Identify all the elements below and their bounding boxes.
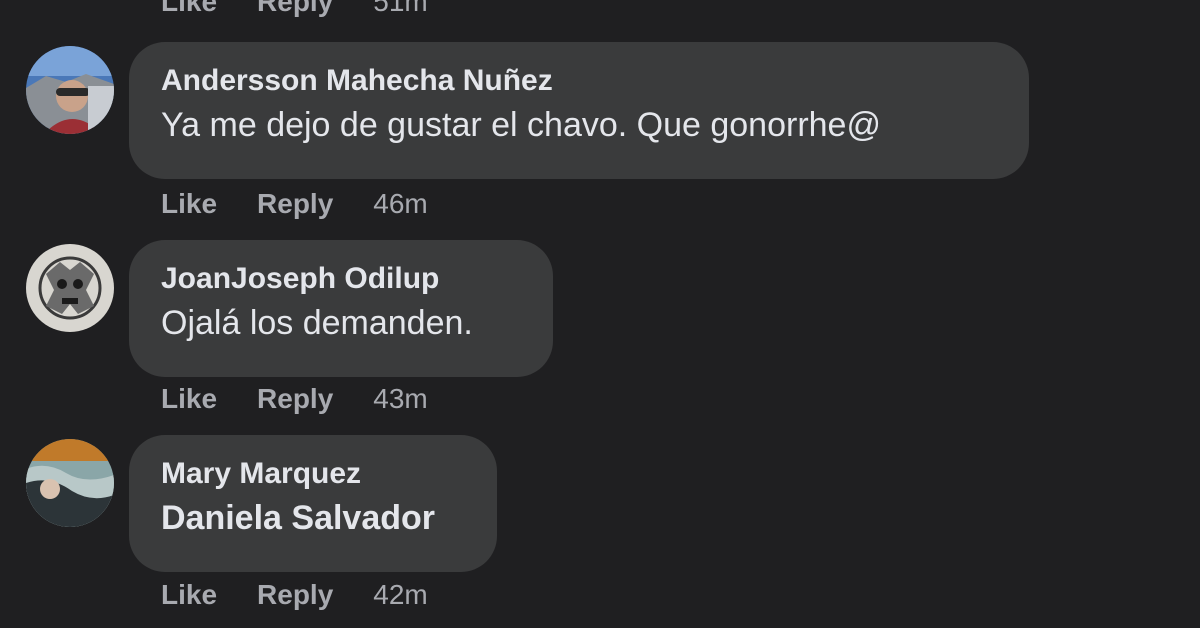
comment-timestamp[interactable]: 43m <box>373 383 427 415</box>
reply-button[interactable]: Reply <box>257 579 333 611</box>
like-button[interactable]: Like <box>161 0 217 18</box>
comment-author[interactable]: Andersson Mahecha Nuñez <box>161 62 997 100</box>
comments-panel: Like Reply 51m Andersson Mahecha Nuñez Y… <box>0 0 1200 628</box>
comment-bubble: Mary Marquez Daniela Salvador <box>129 435 497 572</box>
avatar-photo-icon <box>26 244 114 332</box>
like-button[interactable]: Like <box>161 579 217 611</box>
comment-actions: Like Reply 43m <box>161 381 428 417</box>
comment-actions: Like Reply 42m <box>161 577 428 613</box>
comment-text: Ya me dejo de gustar el chavo. Que gonor… <box>161 106 881 144</box>
comment-author[interactable]: Mary Marquez <box>161 455 465 493</box>
avatar-photo-icon <box>26 46 114 134</box>
like-button[interactable]: Like <box>161 383 217 415</box>
avatar-photo-icon <box>26 439 114 527</box>
avatar[interactable] <box>26 46 114 134</box>
comment-bubble: JoanJoseph Odilup Ojalá los demanden. <box>129 240 553 377</box>
avatar[interactable] <box>26 244 114 332</box>
previous-comment-actions: Like Reply 51m <box>161 0 428 20</box>
comment-timestamp[interactable]: 51m <box>373 0 427 18</box>
reply-button[interactable]: Reply <box>257 383 333 415</box>
reply-button[interactable]: Reply <box>257 0 333 18</box>
comment-actions: Like Reply 46m <box>161 186 428 222</box>
comment-text: Ojalá los demanden. <box>161 304 473 342</box>
mentioned-user-link[interactable]: Daniela Salvador <box>161 493 465 543</box>
comment-timestamp[interactable]: 46m <box>373 188 427 220</box>
comment-author[interactable]: JoanJoseph Odilup <box>161 260 521 298</box>
reply-button[interactable]: Reply <box>257 188 333 220</box>
avatar[interactable] <box>26 439 114 527</box>
comment-bubble: Andersson Mahecha Nuñez Ya me dejo de gu… <box>129 42 1029 179</box>
like-button[interactable]: Like <box>161 188 217 220</box>
comment-timestamp[interactable]: 42m <box>373 579 427 611</box>
